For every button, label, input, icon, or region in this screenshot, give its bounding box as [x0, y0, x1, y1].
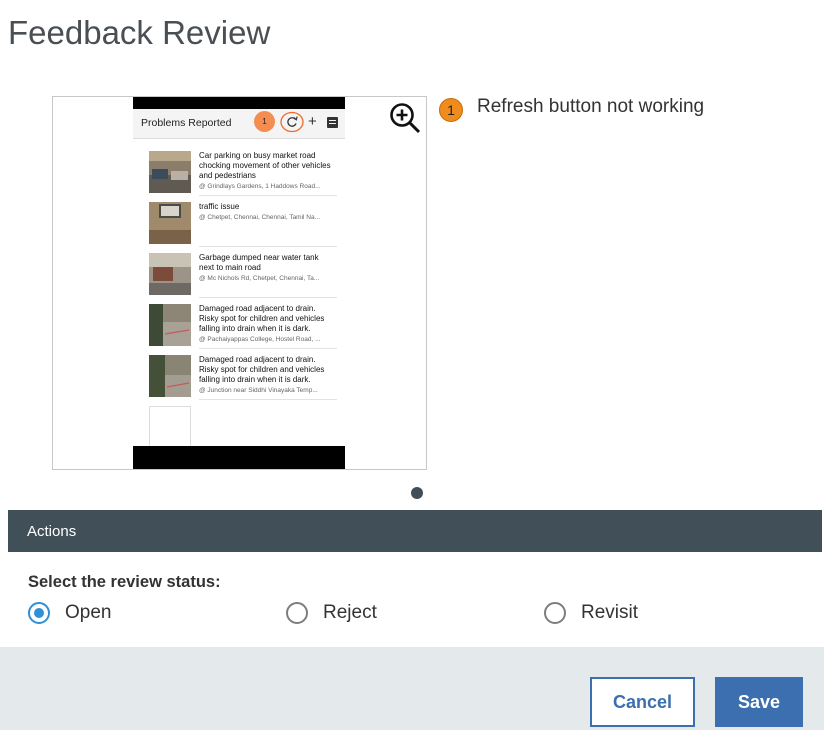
- zoom-in-icon[interactable]: [388, 101, 426, 137]
- list-item-text: traffic issue @ Chetpet, Chennai, Chenna…: [199, 202, 335, 223]
- phone-status-bar: [133, 97, 345, 109]
- list-item: Damaged road adjacent to drain. Risky sp…: [133, 298, 345, 349]
- phone-screenshot: Problems Reported 1 + Car parking on bus…: [133, 97, 345, 469]
- annotation-text: Refresh button not working: [477, 96, 705, 117]
- list-item: [133, 400, 345, 451]
- refresh-icon: [280, 111, 304, 133]
- list-item-text: Car parking on busy market road chocking…: [199, 151, 335, 192]
- problem-photo: [149, 304, 191, 346]
- problem-photo: [149, 202, 191, 244]
- annotation-marker: 1: [254, 111, 275, 132]
- phone-app-bar: Problems Reported 1 +: [133, 109, 345, 139]
- list-item: traffic issue @ Chetpet, Chennai, Chenna…: [133, 196, 345, 247]
- phone-app-title: Problems Reported: [141, 117, 232, 129]
- list-item-location: @ Chetpet, Chennai, Chennai, Tamil Na...: [199, 214, 321, 221]
- phone-nav-bar: [133, 446, 345, 469]
- actions-header: Actions: [8, 510, 822, 552]
- list-item-location: @ Junction near Siddhi Vinayaka Temp...: [199, 387, 318, 394]
- radio-open-circle[interactable]: [28, 602, 50, 624]
- list-item: Garbage dumped near water tank next to m…: [133, 247, 345, 298]
- list-item-location: @ Grindlays Gardens, 1 Haddows Road...: [199, 183, 321, 190]
- radio-open-label: Open: [65, 602, 112, 623]
- radio-revisit-label: Revisit: [581, 602, 639, 623]
- problem-photo: [149, 253, 191, 295]
- carousel-dot[interactable]: [411, 487, 423, 499]
- list-item: Damaged road adjacent to drain. Risky sp…: [133, 349, 345, 400]
- list-item-title: Damaged road adjacent to drain. Risky sp…: [199, 355, 325, 384]
- list-item-text: Damaged road adjacent to drain. Risky sp…: [199, 304, 335, 345]
- list-item: Car parking on busy market road chocking…: [133, 145, 345, 196]
- list-item-title: traffic issue: [199, 202, 240, 211]
- actions-title: Actions: [27, 523, 77, 540]
- footer-bar: [0, 647, 824, 730]
- annotation-number-badge: 1: [439, 98, 463, 122]
- page-title: Feedback Review: [8, 14, 271, 51]
- empty-thumbnail: [149, 406, 191, 448]
- radio-reject-label: Reject: [323, 602, 377, 623]
- list-item-title: Car parking on busy market road chocking…: [199, 151, 331, 180]
- problem-list: Car parking on busy market road chocking…: [133, 145, 345, 451]
- problem-photo: [149, 355, 191, 397]
- list-item-text: Garbage dumped near water tank next to m…: [199, 253, 335, 284]
- cancel-button[interactable]: Cancel: [590, 677, 695, 727]
- list-item-text: Damaged road adjacent to drain. Risky sp…: [199, 355, 335, 396]
- save-button[interactable]: Save: [715, 677, 803, 727]
- list-icon: [327, 117, 338, 128]
- list-item-location: @ Pachaiyappas College, Hostel Road, ...: [199, 336, 321, 343]
- list-item-title: Damaged road adjacent to drain. Risky sp…: [199, 304, 325, 333]
- radio-revisit-circle[interactable]: [544, 602, 566, 624]
- list-item-location: @ Mc Nichols Rd, Chetpet, Chennai, Ta...: [199, 275, 320, 282]
- problem-photo: [149, 151, 191, 193]
- plus-icon: +: [308, 113, 317, 130]
- radio-reject-circle[interactable]: [286, 602, 308, 624]
- screenshot-preview[interactable]: Problems Reported 1 + Car parking on bus…: [52, 96, 427, 470]
- list-item-title: Garbage dumped near water tank next to m…: [199, 253, 319, 272]
- review-status-label: Select the review status:: [28, 573, 221, 591]
